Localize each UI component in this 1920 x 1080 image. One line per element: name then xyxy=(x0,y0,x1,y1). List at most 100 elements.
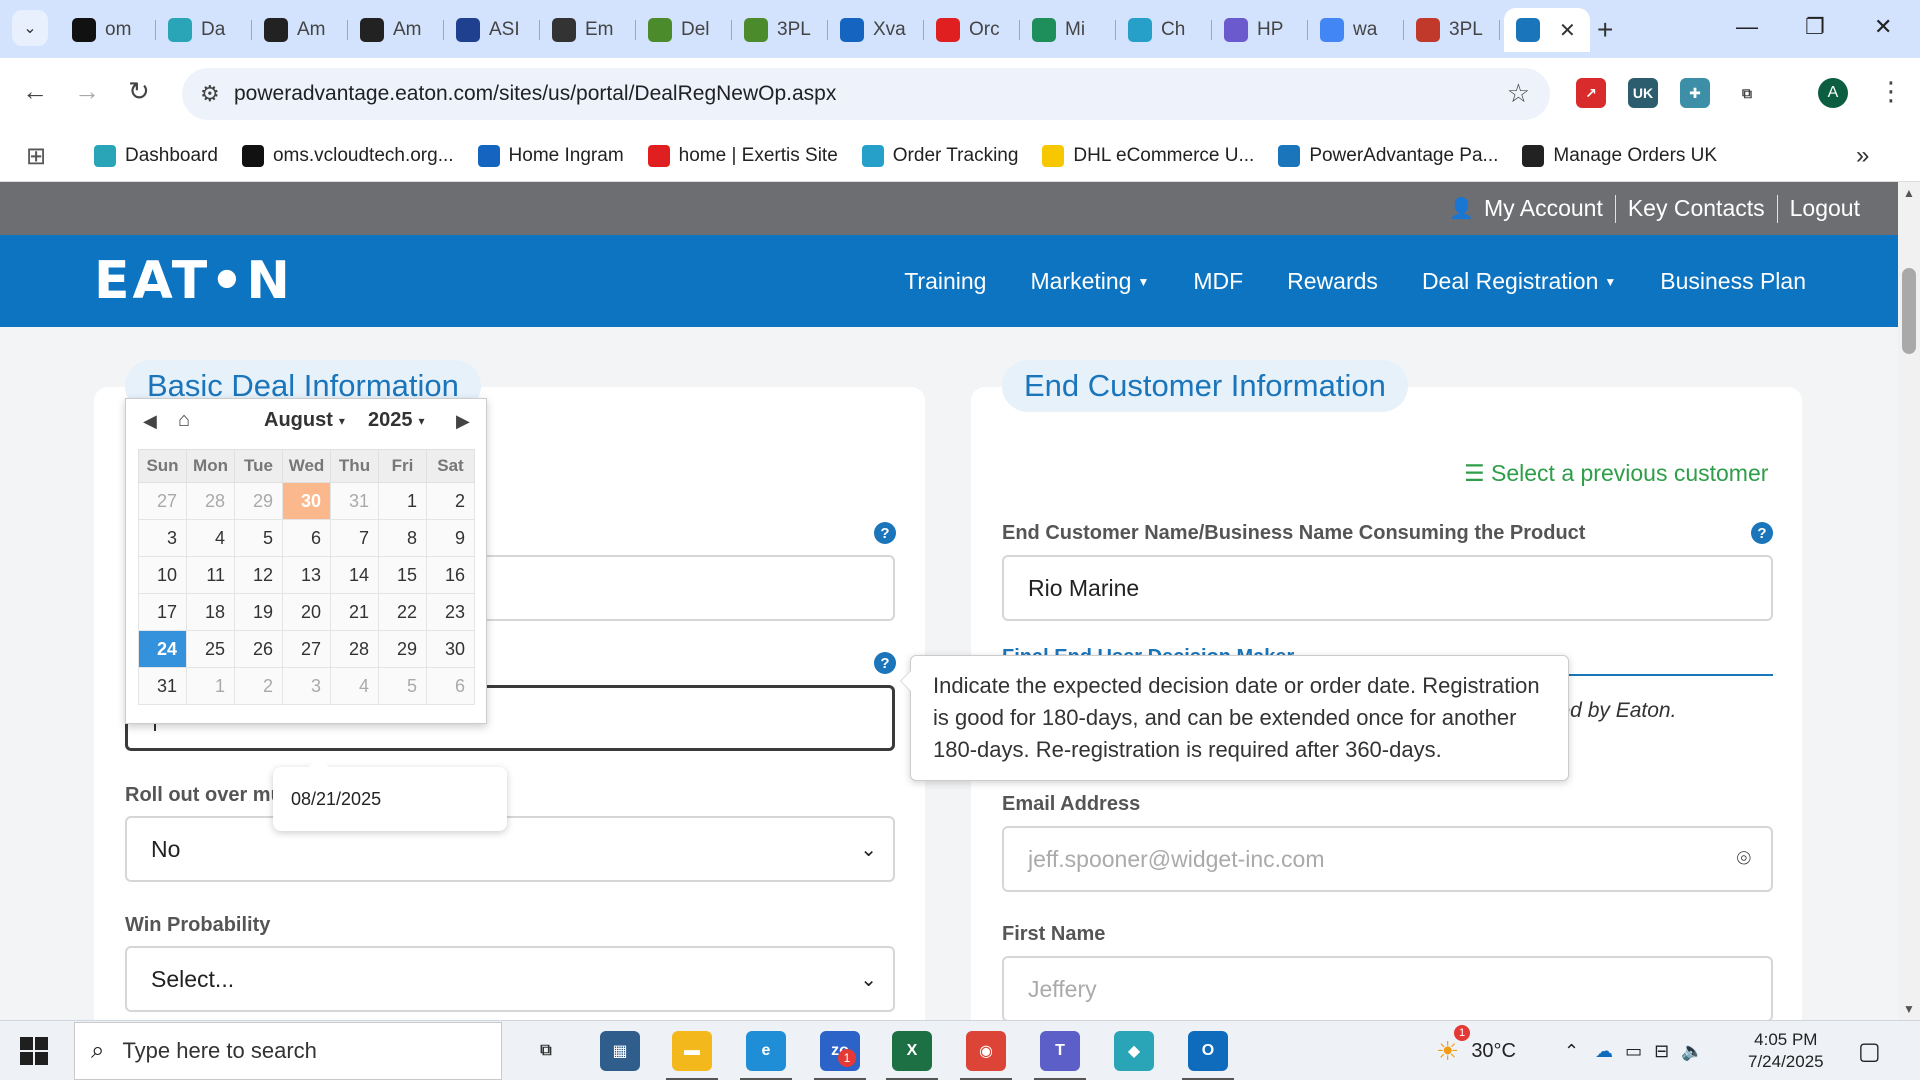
pdf-icon[interactable]: ↗ xyxy=(1576,78,1606,108)
excel-icon[interactable]: X xyxy=(886,1031,938,1080)
forward-arrow-icon[interactable]: → xyxy=(74,76,100,107)
scroll-up-icon[interactable]: ▲ xyxy=(1903,186,1915,200)
contact-scan-icon[interactable]: ⌾ xyxy=(1737,845,1751,873)
bookmark-star-icon[interactable]: ☆ xyxy=(1507,78,1530,109)
reload-icon[interactable]: ↻ xyxy=(128,76,150,107)
calendar-day[interactable]: 22 xyxy=(378,593,427,631)
calendar-day[interactable]: 8 xyxy=(378,519,427,557)
bookmark-item[interactable]: oms.vcloudtech.org... xyxy=(241,145,454,167)
nav-item-marketing[interactable]: Marketing ▼ xyxy=(1030,268,1149,295)
browser-tab[interactable]: Da xyxy=(156,8,252,52)
calendar-day[interactable]: 11 xyxy=(186,556,235,594)
previous-month-icon[interactable]: ◀ xyxy=(143,411,157,432)
calendar-day[interactable]: 28 xyxy=(330,630,379,668)
browser-tab[interactable]: Mi xyxy=(1020,8,1116,52)
tray-chevron-icon[interactable]: ⌃ xyxy=(1564,1041,1579,1062)
calendar-day[interactable]: 13 xyxy=(282,556,331,594)
calendar-day[interactable]: 18 xyxy=(186,593,235,631)
browser-menu-icon[interactable]: ⋮ xyxy=(1878,76,1904,107)
eaton-logo[interactable]: EAT•N xyxy=(94,255,293,307)
browser-tab[interactable]: Am xyxy=(348,8,444,52)
calculator-icon[interactable]: ▦ xyxy=(600,1031,640,1071)
win-probability-select[interactable]: Select... ⌄ xyxy=(125,946,895,1012)
decision-date-help-icon[interactable]: ? xyxy=(874,652,896,674)
teal-plus-icon[interactable]: ✚ xyxy=(1680,78,1710,108)
calendar-day[interactable]: 12 xyxy=(234,556,283,594)
notifications-icon[interactable]: ▢ xyxy=(1858,1021,1881,1080)
my-account-link[interactable]: My Account xyxy=(1484,195,1603,222)
uk-badge-icon[interactable]: UK xyxy=(1628,78,1658,108)
calendar-day[interactable]: 16 xyxy=(426,556,475,594)
end-customer-help-icon[interactable]: ? xyxy=(1751,522,1773,544)
bookmark-item[interactable]: Home Ingram xyxy=(477,145,624,167)
calendar-day[interactable]: 5 xyxy=(378,667,427,705)
calendar-day[interactable]: 21 xyxy=(330,593,379,631)
page-scrollbar[interactable]: ▲ ▼ xyxy=(1898,182,1920,1020)
bookmark-item[interactable]: Dashboard xyxy=(94,145,218,167)
calendar-day[interactable]: 29 xyxy=(378,630,427,668)
rollout-select[interactable]: No ⌄ xyxy=(125,816,895,882)
tab-search-chevron-icon[interactable]: ⌄ xyxy=(12,10,48,46)
nav-item-training[interactable]: Training xyxy=(904,268,986,295)
bookmark-item[interactable]: home | Exertis Site xyxy=(647,145,838,167)
calendar-day[interactable]: 10 xyxy=(138,556,187,594)
calendar-day[interactable]: 3 xyxy=(282,667,331,705)
bookmark-item[interactable]: DHL eCommerce U... xyxy=(1042,145,1254,167)
network-icon[interactable]: ⊟ xyxy=(1654,1041,1669,1062)
clock[interactable]: 4:05 PM 7/24/2025 xyxy=(1748,1029,1824,1073)
calendar-day[interactable]: 31 xyxy=(138,667,187,705)
new-tab-button[interactable]: + xyxy=(1597,14,1613,46)
calendar-day[interactable]: 2 xyxy=(234,667,283,705)
browser-tab[interactable]: 3PL xyxy=(732,8,828,52)
site-info-icon[interactable]: ⚙ xyxy=(200,81,220,107)
browser-tab[interactable]: Del xyxy=(636,8,732,52)
calendar-day[interactable]: 23 xyxy=(426,593,475,631)
browser-tab[interactable]: 3PL xyxy=(1404,8,1500,52)
scrollbar-thumb[interactable] xyxy=(1902,268,1916,354)
calendar-day[interactable]: 1 xyxy=(378,482,427,520)
bookmark-item[interactable]: PowerAdvantage Pa... xyxy=(1278,145,1498,167)
more-bookmarks-icon[interactable]: » xyxy=(1856,142,1869,170)
calendar-day[interactable]: 6 xyxy=(282,519,331,557)
close-tab-icon[interactable]: ✕ xyxy=(1559,18,1576,43)
volume-icon[interactable]: 🔈 xyxy=(1681,1041,1703,1062)
calendar-day[interactable]: 20 xyxy=(282,593,331,631)
browser-tab[interactable]: Am xyxy=(252,8,348,52)
calendar-day[interactable]: 15 xyxy=(378,556,427,594)
bookmark-item[interactable]: Order Tracking xyxy=(861,145,1018,167)
task-view-icon[interactable]: ⧉ xyxy=(526,1031,566,1071)
home-icon[interactable]: ⌂ xyxy=(178,409,190,432)
calendar-day[interactable]: 26 xyxy=(234,630,283,668)
calendar-day[interactable]: 30 xyxy=(282,482,331,520)
minimize-button[interactable]: — xyxy=(1736,14,1758,40)
calendar-day[interactable]: 19 xyxy=(234,593,283,631)
calendar-day[interactable]: 6 xyxy=(426,667,475,705)
calendar-day[interactable]: 2 xyxy=(426,482,475,520)
calendar-day[interactable]: 31 xyxy=(330,482,379,520)
calendar-day[interactable]: 14 xyxy=(330,556,379,594)
calendar-day[interactable]: 7 xyxy=(330,519,379,557)
nav-item-rewards[interactable]: Rewards xyxy=(1287,268,1378,295)
help-icon[interactable]: ? xyxy=(874,522,896,544)
calendar-day[interactable]: 5 xyxy=(234,519,283,557)
url-text[interactable]: poweradvantage.eaton.com/sites/us/portal… xyxy=(234,82,836,106)
address-bar[interactable]: ⚙ poweradvantage.eaton.com/sites/us/port… xyxy=(182,68,1550,120)
battery-icon[interactable]: ▭ xyxy=(1625,1041,1642,1062)
end-customer-name-input[interactable]: Rio Marine xyxy=(1002,555,1773,621)
calendar-day[interactable]: 27 xyxy=(282,630,331,668)
calendar-day[interactable]: 24 xyxy=(138,630,187,668)
gem-app-icon[interactable]: ◆ xyxy=(1114,1031,1154,1071)
nav-item-business-plan[interactable]: Business Plan xyxy=(1660,268,1806,295)
teams-icon[interactable]: T xyxy=(1034,1031,1086,1080)
browser-tab[interactable]: ASI xyxy=(444,8,540,52)
browser-tab[interactable]: Xva xyxy=(828,8,924,52)
browser-tab[interactable]: wa xyxy=(1308,8,1404,52)
browser-tab[interactable]: HP xyxy=(1212,8,1308,52)
chrome-icon[interactable]: ◉ xyxy=(960,1031,1012,1080)
browser-tab[interactable]: Orc xyxy=(924,8,1020,52)
back-arrow-icon[interactable]: ← xyxy=(22,76,48,107)
browser-tab[interactable]: Ch xyxy=(1116,8,1212,52)
logout-link[interactable]: Logout xyxy=(1790,195,1860,222)
weather-widget[interactable]: ☀ 30°C xyxy=(1436,1021,1516,1080)
puzzle-icon[interactable]: ⧉ xyxy=(1732,78,1762,108)
